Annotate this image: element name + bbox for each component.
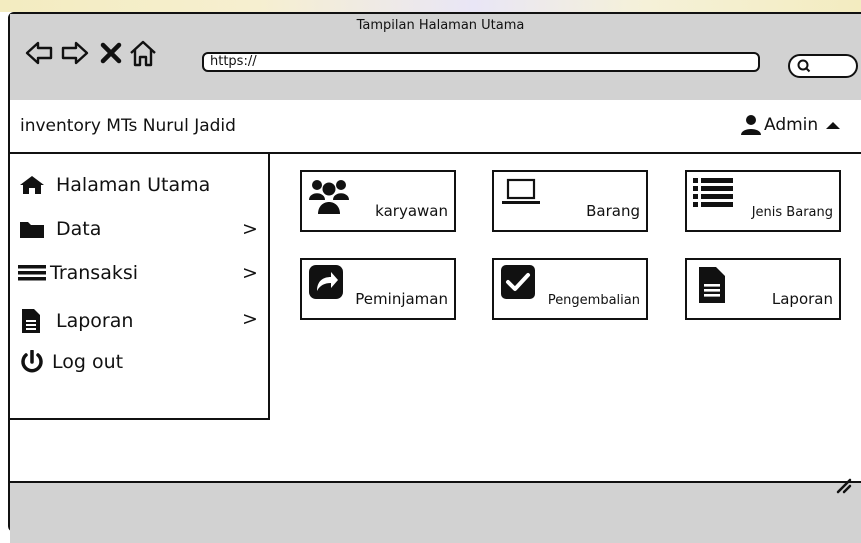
close-x-icon[interactable]: [96, 38, 126, 68]
tile-jenis-barang[interactable]: Jenis Barang: [685, 170, 841, 232]
search-button[interactable]: [788, 54, 858, 78]
sidebar-item-data[interactable]: Data: [18, 218, 101, 240]
tile-label: Peminjaman: [355, 290, 448, 308]
tile-label: karyawan: [375, 202, 448, 220]
sidebar-item-label: Transaksi: [50, 262, 139, 284]
browser-footer: [10, 481, 861, 543]
tile-label: Laporan: [771, 290, 833, 308]
sidebar-item-label: Laporan: [56, 310, 134, 332]
tile-peminjaman[interactable]: Peminjaman: [300, 258, 456, 320]
app-header: inventory MTs Nurul Jadid Admin: [10, 100, 861, 154]
sidebar-item-halaman-utama[interactable]: Halaman Utama: [18, 174, 210, 196]
browser-window: Tampilan Halaman Utama https:// inventor…: [8, 12, 861, 543]
document-icon: [699, 267, 725, 303]
tile-label: Barang: [586, 202, 640, 220]
browser-titlebar: Tampilan Halaman Utama https://: [10, 14, 861, 102]
tile-label: Pengembalian: [547, 293, 640, 308]
caret-up-icon: [826, 122, 841, 129]
share-icon: [309, 265, 343, 299]
home-icon: [20, 176, 44, 194]
user-label: Admin: [764, 115, 819, 135]
window-title: Tampilan Halaman Utama: [356, 18, 525, 33]
checkbox-icon: [501, 265, 535, 299]
sidebar: Halaman Utama Data > Transaksi > Laporan…: [10, 154, 270, 420]
tile-label: Jenis Barang: [751, 205, 833, 220]
chevron-right-icon: >: [242, 218, 258, 240]
sidebar-item-laporan[interactable]: Laporan: [18, 308, 133, 334]
forward-arrow-icon[interactable]: [60, 38, 90, 68]
app-title: inventory MTs Nurul Jadid: [20, 116, 236, 136]
sidebar-item-label: Log out: [52, 351, 124, 373]
tile-pengembalian[interactable]: Pengembalian: [492, 258, 648, 320]
laptop-icon: [502, 178, 540, 204]
chevron-right-icon: >: [242, 262, 258, 284]
top-decoration: [0, 0, 861, 12]
sidebar-item-transaksi[interactable]: Transaksi: [18, 262, 138, 284]
resize-handle-icon[interactable]: [832, 474, 852, 494]
sidebar-item-label: Halaman Utama: [56, 174, 211, 196]
chevron-right-icon: >: [242, 308, 258, 330]
list-bars-icon: [18, 265, 46, 281]
tile-karyawan[interactable]: karyawan: [300, 170, 456, 232]
search-icon: [797, 59, 811, 73]
power-icon: [21, 350, 43, 373]
user-icon: [741, 115, 761, 135]
folder-icon: [20, 222, 44, 238]
home-outline-icon[interactable]: [128, 38, 158, 68]
list-icon: [693, 178, 733, 207]
sidebar-item-label: Data: [56, 218, 102, 240]
sidebar-item-log-out[interactable]: Log out: [18, 350, 123, 374]
address-bar[interactable]: https://: [202, 52, 760, 72]
back-arrow-icon[interactable]: [24, 38, 54, 68]
tile-barang[interactable]: Barang: [492, 170, 648, 232]
file-icon: [22, 309, 40, 333]
user-menu[interactable]: Admin: [740, 114, 842, 136]
users-icon: [309, 180, 349, 214]
tile-laporan[interactable]: Laporan: [685, 258, 841, 320]
